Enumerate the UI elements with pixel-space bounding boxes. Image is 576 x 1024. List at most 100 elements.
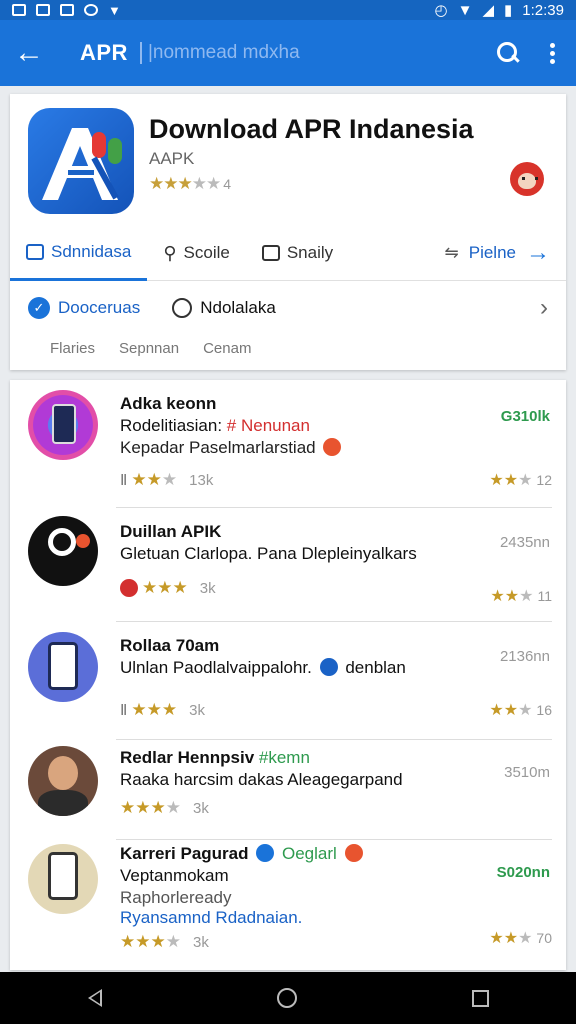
more-vert-icon[interactable] <box>550 42 556 64</box>
list-item[interactable]: Redlar Hennpsiv #kemn Raaka harcsim daka… <box>10 740 566 840</box>
alarm-icon: ◴ <box>434 2 448 19</box>
item-rating: ★★★ 3k <box>120 578 216 598</box>
search-icon: ⚲ <box>163 242 177 263</box>
item-rating: ★★★★ 3k <box>120 798 209 818</box>
tab-sdnnidasa[interactable]: Sdnnidasa <box>10 226 148 281</box>
sub-tab[interactable]: Cenam <box>203 340 251 357</box>
install-icon: Ⅱ <box>120 702 128 719</box>
chevron-right-icon[interactable]: › <box>540 294 548 322</box>
share-button[interactable]: ⇋ Pielne → <box>444 239 566 267</box>
tab-label: Scoile <box>183 243 230 262</box>
notification-icons: ▼ <box>12 3 121 18</box>
developer-avatar[interactable] <box>510 162 544 196</box>
tab-scoile[interactable]: ⚲ Scoile <box>147 226 246 281</box>
download-icon: ▼ <box>108 2 121 18</box>
rating-stars: ★★★★ <box>120 798 181 817</box>
verified-icon <box>256 844 275 862</box>
item-description: Rodelitiasian: # Nenunan <box>120 416 310 436</box>
rating-count: 13k <box>189 471 214 489</box>
item-size: 3510m <box>504 764 550 781</box>
item-title: Duillan APIK <box>120 522 222 541</box>
verified-icon <box>319 658 338 676</box>
tab-snaily[interactable]: Snaily <box>246 226 349 281</box>
item-rating: Ⅱ ★★★ 13k <box>120 470 213 490</box>
notification-icon <box>60 4 74 16</box>
nav-home-icon[interactable] <box>276 988 297 1008</box>
status-bar: ▼ ◴ ▼ ◢ ▮ 1:2:39 <box>0 0 576 20</box>
list-item[interactable]: Karreri Pagurad Oeglarl Veptanmokam Raph… <box>10 840 566 970</box>
item-subline: Raphorleready <box>120 888 232 907</box>
score-stars: ★★★ <box>489 930 533 947</box>
item-title: Redlar Hennpsiv #kemn <box>120 748 310 768</box>
clock: 1:2:39 <box>522 1 564 19</box>
item-title: Rollaa 70am <box>120 636 220 655</box>
filter-ndolalaka[interactable]: Ndolalaka <box>154 298 290 318</box>
filter-doocer(uas[interactable]: ✓ Dooceruas <box>10 297 154 319</box>
back-arrow-icon[interactable]: ← <box>14 38 54 68</box>
item-title-text: Redlar Hennpsiv <box>120 748 255 767</box>
item-score: ★★★ 12 <box>489 470 552 490</box>
item-tag: #kemn <box>258 748 310 767</box>
rating-count: 3k <box>189 701 205 719</box>
item-score: ★★★ 70 <box>489 928 552 948</box>
app-rating: ★★★★★ 4 <box>149 174 231 194</box>
list-item[interactable]: Rollaa 70am Ulnlan Paodlalvaippalohr. de… <box>10 622 566 740</box>
arrow-right-icon: → <box>526 239 550 266</box>
rating-stars: ★★★★★ <box>149 174 221 193</box>
item-subline: Kepadar Paselmarlarstiad <box>120 438 344 458</box>
filter-row: ✓ Dooceruas Ndolalaka › <box>10 282 566 334</box>
score-stars: ★★★ <box>490 588 534 605</box>
heart-icon <box>120 579 138 597</box>
list-item[interactable]: Adka keonn Rodelitiasian: # Nenunan Kepa… <box>10 380 566 508</box>
item-score: ★★★ 11 <box>490 586 552 606</box>
app-thumbnail <box>28 390 98 460</box>
sub-tab[interactable]: Flaries <box>50 340 95 357</box>
bubble-icon <box>172 298 193 318</box>
nav-recents-icon[interactable] <box>471 989 489 1007</box>
item-text: Ulnlan Paodlalvaippalohr. <box>120 658 312 677</box>
score-count: 12 <box>536 472 552 488</box>
item-description: Ulnlan Paodlalvaippalohr. denblan <box>120 658 406 678</box>
signal-icon: ◢ <box>482 2 495 19</box>
rating-stars: ★★★ <box>131 700 178 719</box>
filter-label: Ndolalaka <box>200 298 276 317</box>
rating-stars: ★★★★ <box>120 932 181 951</box>
nav-back-icon[interactable] <box>87 989 102 1007</box>
item-text: denblan <box>345 658 406 677</box>
notification-icon <box>12 4 26 16</box>
item-text: Rodelitiasian: <box>120 416 227 435</box>
app-thumbnail <box>28 516 98 586</box>
square-icon <box>261 245 280 261</box>
item-title: Adka keonn <box>120 394 217 413</box>
share-icon: ⇋ <box>444 243 459 262</box>
item-description: Gletuan Clarlopa. Pana Dlepleinyalkars <box>120 544 417 563</box>
rating-count: 3k <box>193 933 209 951</box>
item-link[interactable]: Ryansamnd Rdadnaian. <box>120 908 302 928</box>
item-tag: Oeglarl <box>281 844 337 863</box>
rating-count: 3k <box>199 579 216 597</box>
share-label: Pielne <box>468 243 516 262</box>
check-circle-icon: ✓ <box>28 297 50 319</box>
search-icon[interactable] <box>496 41 520 65</box>
chat-icon <box>26 243 44 260</box>
item-score: ★★★ 16 <box>489 700 552 720</box>
item-size: 2136nn <box>499 648 550 665</box>
app-bar: ← APR |nommead mdxha <box>0 20 576 86</box>
sub-tabs: Flaries Sepnnan Cenam <box>10 340 566 357</box>
app-bar-title: APR <box>80 40 128 65</box>
notification-icon <box>84 4 98 16</box>
score-count: 70 <box>536 930 552 946</box>
tab-label: Snaily <box>286 243 334 262</box>
sub-tab[interactable]: Sepnnan <box>119 340 179 357</box>
rating-count: 3k <box>193 799 209 817</box>
app-logo-icon <box>28 108 134 214</box>
app-header-card: Download APR Indanesia AAPK ★★★★★ 4 Sdnni… <box>10 94 566 370</box>
item-rating: Ⅱ ★★★ 3k <box>120 700 205 720</box>
score-count: 16 <box>536 702 552 718</box>
item-size: S020nn <box>496 864 550 881</box>
item-size: G310lk <box>500 408 550 425</box>
emoji-icon <box>323 438 342 456</box>
list-item[interactable]: Duillan APIK Gletuan Clarlopa. Pana Dlep… <box>10 508 566 622</box>
item-title: Karreri Pagurad Oeglarl <box>120 844 366 864</box>
primary-tabs: Sdnnidasa ⚲ Scoile Snaily ⇋ Pielne → <box>10 226 566 281</box>
